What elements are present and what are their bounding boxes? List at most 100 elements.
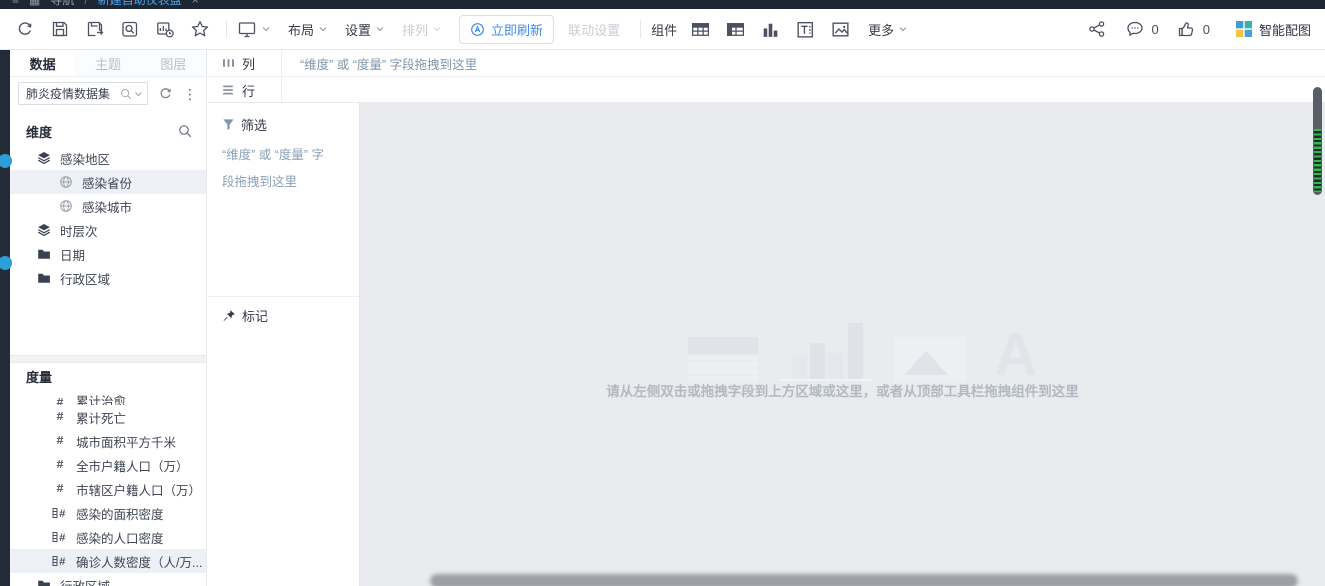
- share-icon[interactable]: [1086, 18, 1108, 40]
- text-component-icon[interactable]: [794, 18, 816, 40]
- components-label: 组件: [651, 20, 677, 39]
- rows-shelf[interactable]: 行: [208, 78, 1325, 103]
- hash-icon: #: [52, 458, 68, 472]
- more-dropdown[interactable]: 更多: [868, 20, 907, 39]
- screen-fit-dropdown[interactable]: [237, 19, 270, 39]
- placeholder-table: [688, 337, 758, 381]
- measure-label: 累计死亡: [76, 408, 126, 427]
- image-component-icon[interactable]: [829, 18, 851, 40]
- chevron-down-icon: [376, 26, 384, 32]
- collapsed-nav-strip[interactable]: [0, 9, 10, 586]
- save-as-icon[interactable]: [84, 18, 106, 40]
- hash-icon: #: [52, 410, 68, 424]
- measure-item[interactable]: # 感染的面积密度: [10, 501, 206, 525]
- dimension-label: 感染地区: [60, 149, 110, 168]
- layout-dropdown[interactable]: 布局: [288, 20, 327, 39]
- globe-icon: [58, 175, 74, 189]
- placeholder-text-a: A: [994, 329, 1037, 381]
- measures-list: #累计治愈#累计死亡#城市面积平方千米#全市户籍人口（万）#市辖区户籍人口（万）…: [10, 389, 206, 586]
- canvas-hint-text: 请从左侧双击或拖拽字段到上方区域或这里，或者从顶部工具栏拖拽组件到这里: [360, 380, 1325, 400]
- dimension-item[interactable]: 日期: [10, 242, 206, 266]
- folder-icon: [36, 578, 52, 586]
- bar-chart-icon[interactable]: [759, 18, 781, 40]
- columns-shelf[interactable]: 列 “维度” 或 “度量” 字段拖拽到这里: [208, 50, 1325, 77]
- measure-label: 确诊人数密度（人/万...: [76, 552, 202, 571]
- sidebar-tab[interactable]: 数据: [10, 50, 75, 76]
- measure-item[interactable]: # 城市面积平方千米: [10, 429, 206, 453]
- main-toolbar: 布局 设置 排列 立即刷新 联动设置 组件 更多: [0, 9, 1325, 50]
- hash-icon: #: [52, 434, 68, 448]
- dataset-selector-row: 肺炎疫情数据集 ⋮: [10, 77, 206, 110]
- filter-drop-hint[interactable]: “维度” 或 “度量” 字 段拖拽到这里: [208, 138, 359, 200]
- cross-table-icon[interactable]: [724, 18, 746, 40]
- calc-icon: #: [52, 555, 68, 567]
- chevron-down-icon: [319, 26, 327, 32]
- hamburger-icon[interactable]: ≡: [12, 0, 19, 7]
- linkage-settings-button: 联动设置: [568, 20, 620, 39]
- preview-icon[interactable]: [119, 18, 141, 40]
- dataset-refresh-icon[interactable]: [158, 86, 173, 101]
- close-tab-icon[interactable]: ×: [192, 0, 199, 7]
- vertical-scrollbar[interactable]: [1313, 87, 1322, 195]
- layers-icon: [36, 151, 52, 165]
- columns-shelf-label: 列: [208, 50, 282, 76]
- measure-label: 感染的面积密度: [76, 504, 164, 523]
- like-icon[interactable]: [1175, 18, 1197, 40]
- sidebar-tabs: 数据主题图层: [10, 50, 206, 77]
- search-icon[interactable]: [178, 124, 192, 138]
- measure-label: 市辖区户籍人口（万）: [76, 480, 201, 499]
- dimension-item[interactable]: 感染省份: [10, 170, 206, 194]
- horizontal-scrollbar[interactable]: [430, 574, 1298, 586]
- dimension-item[interactable]: 时层次: [10, 218, 206, 242]
- fields-scroll-area[interactable]: 维度 感染地区感染省份感染城市时层次日期行政区域 度量 #累计治愈#累计死亡#城…: [10, 110, 206, 586]
- mark-section: 标记: [208, 297, 359, 329]
- chevron-down-icon: [262, 26, 270, 32]
- measure-item[interactable]: #全市户籍人口（万）: [10, 453, 206, 477]
- dimension-label: 感染城市: [82, 197, 132, 216]
- dimension-label: 行政区域: [60, 269, 110, 288]
- breadcrumb-separator: /: [84, 0, 87, 7]
- section-divider: [10, 355, 206, 363]
- grid-icon[interactable]: ▦: [29, 0, 40, 7]
- sidebar-tab[interactable]: 图层: [141, 50, 206, 76]
- save-icon[interactable]: [49, 18, 71, 40]
- like-count: 0: [1203, 22, 1210, 37]
- svg-text:#: #: [59, 509, 66, 519]
- grouped-table-icon[interactable]: [689, 18, 711, 40]
- dimension-item[interactable]: 感染城市: [10, 194, 206, 218]
- smart-layout-button[interactable]: 智能配图: [1236, 20, 1311, 39]
- sidebar-tab[interactable]: 主题: [75, 50, 140, 76]
- measure-item[interactable]: #市辖区户籍人口（万）: [10, 477, 206, 501]
- refresh-now-button[interactable]: 立即刷新: [459, 15, 554, 44]
- kebab-menu-icon[interactable]: ⋮: [183, 89, 197, 99]
- calc-icon: #: [52, 531, 68, 543]
- dashboard-tab-title[interactable]: 新建自助仪表盘: [98, 0, 182, 7]
- rows-icon: [222, 84, 235, 96]
- schedule-icon[interactable]: [154, 18, 176, 40]
- favorite-icon[interactable]: [189, 18, 211, 40]
- dimension-item[interactable]: 感染地区: [10, 146, 206, 170]
- measures-title: 度量: [26, 367, 52, 386]
- pin-icon: [222, 309, 236, 323]
- filter-section: 筛选: [208, 103, 359, 138]
- measure-item[interactable]: 行政区域: [10, 573, 206, 586]
- measure-item[interactable]: #累计治愈: [10, 389, 206, 405]
- auto-refresh-icon: [470, 22, 485, 37]
- measure-item[interactable]: #感染的人口密度: [10, 525, 206, 549]
- dashboard-canvas[interactable]: A 请从左侧双击或拖拽字段到上方区域或这里，或者从顶部工具栏拖拽组件到这里: [360, 103, 1325, 586]
- dimension-item[interactable]: 行政区域: [10, 266, 206, 290]
- toolbar-divider: [226, 20, 227, 38]
- nav-breadcrumb[interactable]: 导航: [50, 0, 74, 7]
- comment-icon[interactable]: [1124, 18, 1146, 40]
- measure-label: 城市面积平方千米: [76, 432, 176, 451]
- folder-icon: [36, 271, 52, 285]
- settings-dropdown[interactable]: 设置: [345, 20, 384, 39]
- refresh-icon[interactable]: [14, 18, 36, 40]
- globe-icon: [58, 199, 74, 213]
- placeholder-bar-chart: [786, 323, 866, 381]
- placeholder-graphics: A: [688, 323, 1037, 381]
- measure-item[interactable]: # 累计死亡: [10, 405, 206, 429]
- dimensions-list: 感染地区感染省份感染城市时层次日期行政区域: [10, 146, 206, 290]
- measure-item[interactable]: # 确诊人数密度（人/万...: [10, 549, 206, 573]
- dataset-select[interactable]: 肺炎疫情数据集: [18, 82, 148, 105]
